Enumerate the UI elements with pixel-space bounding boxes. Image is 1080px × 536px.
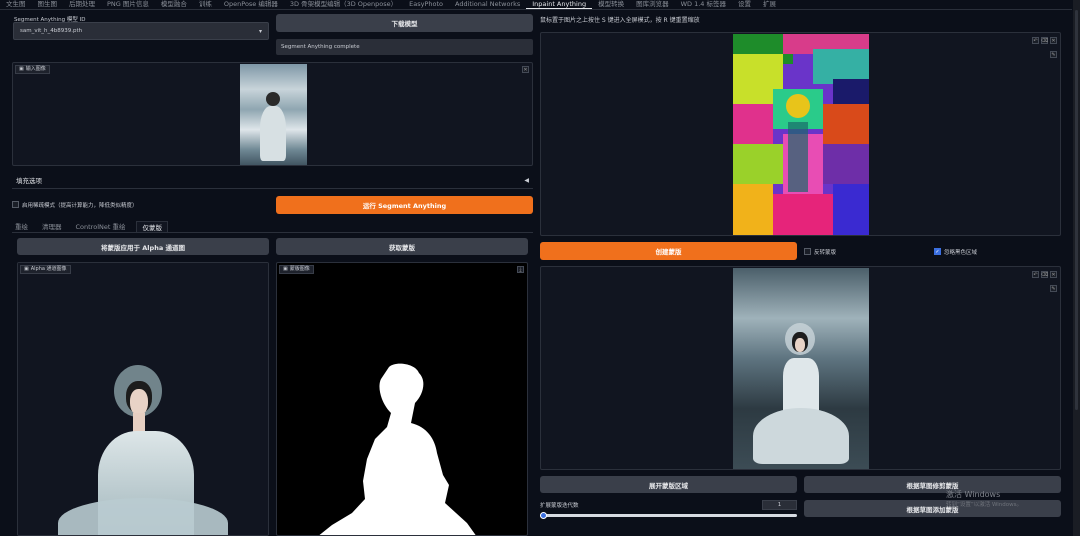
ignore-black-checkbox[interactable]: ✓ — [934, 248, 941, 255]
status-output: Segment Anything complete — [276, 39, 533, 55]
tab-12[interactable]: 图库浏览器 — [630, 0, 675, 9]
activation-watermark-title: 激活 Windows — [946, 490, 1001, 499]
activation-watermark-text: 转到“设置”以激活 Windows。 — [946, 502, 1022, 508]
clear-icon[interactable]: ⌫ — [1041, 271, 1048, 278]
image-icon: ▣ — [24, 266, 29, 272]
caret-left-icon: ◀ — [524, 176, 529, 184]
input-image — [240, 64, 307, 165]
brush-icon[interactable]: ✎ — [1050, 51, 1057, 58]
alpha-image-chip: ▣ Alpha 通道图像 — [20, 265, 71, 274]
tab-controlnet-inpaint[interactable]: ControlNet 重绘 — [73, 221, 129, 232]
close-icon[interactable]: ✕ — [522, 66, 529, 73]
run-segment-anything-button[interactable]: 运行 Segment Anything — [276, 196, 533, 214]
tab-divider — [0, 9, 1072, 10]
mask-silhouette — [319, 363, 476, 535]
clear-icon[interactable]: ⌫ — [1041, 37, 1048, 44]
model-select-value: sam_vit_h_4b8939.pth — [20, 28, 83, 34]
trim-mask-button[interactable]: 根据草图修剪蒙版 — [804, 476, 1061, 493]
top-tab-bar: 文生图 图生图 后期处理 PNG 图片信息 模型融合 训练 OpenPose 编辑器 3D 骨… — [0, 0, 1072, 9]
expand-mask-button[interactable]: 展开蒙版区域 — [540, 476, 797, 493]
iterations-slider-thumb[interactable] — [540, 512, 547, 519]
iterations-slider-track[interactable] — [540, 514, 797, 517]
mask-image-panel[interactable]: ▣ 蒙版图像 ⤓ — [276, 262, 528, 536]
iterations-input[interactable]: 1 — [762, 500, 797, 510]
tab-13[interactable]: WD 1.4 标签器 — [675, 0, 732, 9]
mask-image-chip: ▣ 蒙版图像 — [279, 265, 314, 274]
alpha-image — [18, 263, 268, 535]
get-mask-button[interactable]: 获取蒙版 — [276, 238, 528, 255]
tab-6[interactable]: OpenPose 编辑器 — [218, 0, 284, 9]
input-image-panel[interactable]: ▣ 输入图像 ✕ — [12, 62, 533, 166]
alpha-image-panel[interactable]: ▣Alpha 通道图像 ⤓ — [17, 262, 269, 536]
fill-options-accordion[interactable]: 填充选项 ◀ — [12, 172, 533, 189]
tab-10[interactable]: Inpaint Anything — [526, 0, 593, 9]
input-image-chip: ▣ 输入图像 — [15, 65, 50, 74]
figure-face — [130, 389, 148, 415]
fill-options-label: 填充选项 — [16, 177, 42, 185]
tab-inpaint[interactable]: 重绘 — [12, 221, 31, 232]
add-mask-button[interactable]: 根据草图添加蒙版 — [804, 500, 1061, 517]
image-toolbar: ↶ ⌫ ✕ — [1032, 271, 1057, 278]
segmentation-map — [733, 34, 869, 235]
chevron-down-icon: ▾ — [258, 27, 262, 35]
invert-mask-checkbox[interactable] — [804, 248, 811, 255]
figure-skirt — [58, 498, 228, 535]
mode-tabs: 重绘 清理器 ControlNet 重绘 仅蒙版 — [12, 221, 533, 233]
model-select[interactable]: sam_vit_h_4b8939.pth ▾ — [13, 22, 269, 40]
download-model-button[interactable]: 下载模型 — [276, 14, 533, 32]
close-icon[interactable]: ✕ — [1050, 37, 1057, 44]
tab-15[interactable]: 扩展 — [757, 0, 782, 9]
tab-4[interactable]: 模型融合 — [155, 0, 193, 9]
status-text: Segment Anything complete — [281, 44, 360, 50]
figure-head — [266, 92, 280, 106]
sparse-mode-checkbox[interactable] — [12, 201, 19, 208]
undo-icon[interactable]: ↶ — [1032, 271, 1039, 278]
tab-5[interactable]: 训练 — [193, 0, 218, 9]
invert-mask-label: 反转蒙版 — [814, 250, 837, 256]
figure-skirt — [753, 408, 849, 464]
image-icon: ▣ — [19, 66, 24, 72]
sketch-image-panel[interactable]: ↶ ⌫ ✕ ✎ — [540, 266, 1061, 470]
scrollbar-thumb[interactable] — [1075, 10, 1078, 410]
tab-9[interactable]: Additional Networks — [449, 0, 526, 9]
image-icon: ▣ — [283, 266, 288, 272]
tab-0[interactable]: 文生图 — [0, 0, 32, 9]
image-toolbar: ↶ ⌫ ✕ — [1032, 37, 1057, 44]
iterations-label: 扩展蒙版迭代数 — [540, 503, 579, 509]
tab-cleaner[interactable]: 清理器 — [39, 221, 65, 232]
close-icon[interactable]: ✕ — [1050, 271, 1057, 278]
segment-image-panel[interactable]: ↶ ⌫ ✕ ✎ — [540, 32, 1061, 236]
figure-dress — [260, 106, 286, 161]
apply-alpha-button[interactable]: 将蒙版应用于 Alpha 通道图 — [17, 238, 269, 255]
tab-1[interactable]: 图生图 — [32, 0, 64, 9]
tab-14[interactable]: 设置 — [732, 0, 757, 9]
tab-11[interactable]: 模型转换 — [592, 0, 630, 9]
undo-icon[interactable]: ↶ — [1032, 37, 1039, 44]
create-mask-button[interactable]: 创建蒙版 — [540, 242, 797, 260]
tab-3[interactable]: PNG 图片信息 — [101, 0, 155, 9]
tab-mask-only[interactable]: 仅蒙版 — [136, 221, 168, 232]
ignore-black-label: 忽略黑色区域 — [944, 250, 978, 256]
brush-icon[interactable]: ✎ — [1050, 285, 1057, 292]
tab-7[interactable]: 3D 骨架模型编辑（3D Openpose） — [284, 0, 403, 9]
tab-8[interactable]: EasyPhoto — [403, 0, 449, 9]
sketch-image — [733, 268, 869, 469]
sparse-mode-label: 启用稀疏模式（提高计算能力，降低类似精度） — [22, 203, 138, 209]
hint-text: 鼠标置于图片之上按住 S 键进入全屏模式，按 R 键重置缩放 — [540, 17, 700, 24]
tab-2[interactable]: 后期处理 — [63, 0, 101, 9]
figure-face — [795, 338, 805, 352]
